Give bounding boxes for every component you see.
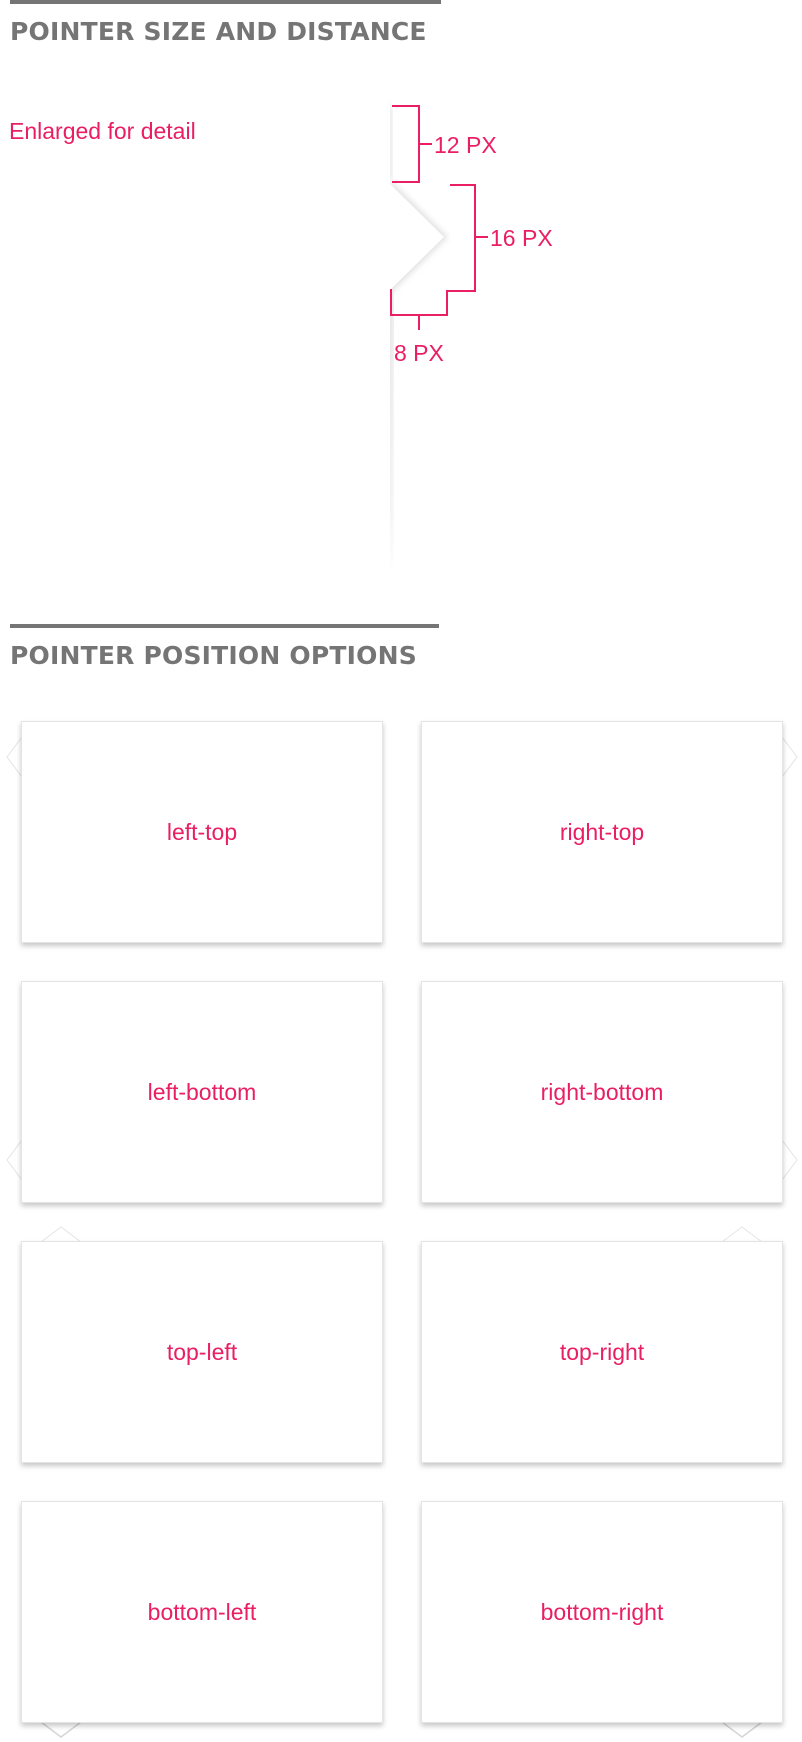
section-title-positions: POINTER POSITION OPTIONS bbox=[10, 641, 417, 670]
card-bottom-right: bottom-right bbox=[421, 1501, 783, 1738]
card-label: bottom-right bbox=[540, 1598, 664, 1625]
section-title-size: POINTER SIZE AND DISTANCE bbox=[10, 17, 427, 46]
card-label: bottom-left bbox=[147, 1598, 257, 1625]
card-right-bottom: right-bottom bbox=[421, 981, 798, 1203]
card-bottom-left: bottom-left bbox=[21, 1501, 383, 1738]
measure-depth-label: 8 PX bbox=[394, 340, 444, 366]
card-label: right-top bbox=[559, 818, 645, 845]
card-top-left: top-left bbox=[21, 1226, 383, 1463]
card-label: right-bottom bbox=[540, 1078, 664, 1105]
section-divider bbox=[10, 0, 441, 4]
card-label: top-left bbox=[166, 1338, 238, 1365]
card-left-bottom: left-bottom bbox=[6, 981, 383, 1203]
measure-distance-label: 12 PX bbox=[434, 132, 497, 158]
card-label: top-right bbox=[559, 1338, 645, 1365]
card-left-top: left-top bbox=[6, 721, 383, 943]
card-top-right: top-right bbox=[421, 1226, 783, 1463]
card-label: left-top bbox=[166, 818, 238, 845]
card-right-top: right-top bbox=[421, 721, 798, 943]
section-divider bbox=[10, 624, 439, 628]
card-label: left-bottom bbox=[147, 1078, 257, 1105]
pointer-detail-diagram bbox=[360, 104, 488, 584]
measure-height-label: 16 PX bbox=[490, 225, 553, 251]
